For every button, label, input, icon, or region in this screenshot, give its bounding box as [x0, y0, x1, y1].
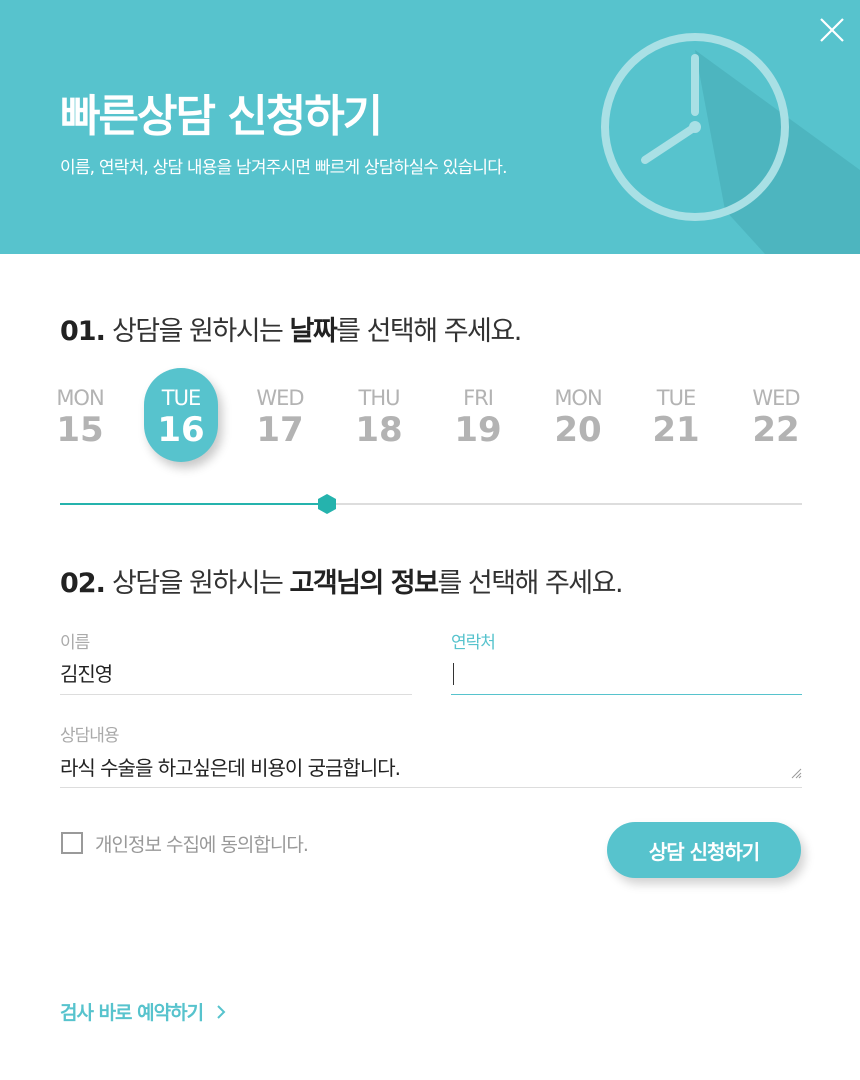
clock-icon: [601, 33, 860, 254]
date-number: 18: [355, 410, 403, 450]
step1-suffix: 를 선택해 주세요.: [336, 316, 522, 347]
phone-label: 연락처: [451, 633, 496, 653]
agree-checkbox[interactable]: [61, 832, 83, 854]
step1-highlight: 날짜: [289, 316, 337, 347]
chevron-right-icon: [217, 1004, 226, 1019]
name-field[interactable]: [60, 658, 412, 695]
weekday-label: MON: [56, 386, 104, 410]
step2-suffix: 를 선택해 주세요.: [437, 568, 623, 599]
date-number: 20: [554, 410, 602, 450]
step1-prefix: 상담을 원하시는: [111, 316, 290, 347]
date-number: 16: [157, 410, 205, 450]
agree-label[interactable]: 개인정보 수집에 동의합니다.: [95, 830, 309, 857]
reserve-exam-label: 검사 바로 예약하기: [60, 1002, 204, 1024]
date-option[interactable]: TUE 21: [639, 368, 713, 462]
date-number: 19: [454, 410, 502, 450]
date-option[interactable]: MON 20: [541, 368, 615, 462]
close-icon[interactable]: [814, 12, 850, 48]
weekday-label: TUE: [161, 386, 201, 410]
date-number: 15: [56, 410, 104, 450]
step1-title: 01. 상담을 원하시는 날짜를 선택해 주세요.: [60, 309, 522, 348]
resize-handle-icon[interactable]: [790, 767, 802, 779]
submit-button[interactable]: 상담 신청하기: [607, 822, 801, 878]
date-option[interactable]: THU 18: [342, 368, 416, 462]
date-option[interactable]: WED 17: [243, 368, 317, 462]
page-title: 빠른상담 신청하기: [60, 91, 383, 142]
date-number: 21: [652, 410, 700, 450]
weekday-label: TUE: [656, 386, 696, 410]
step1-number: 01.: [60, 316, 106, 347]
weekday-label: WED: [752, 386, 800, 410]
step2-highlight: 고객님의 정보: [289, 568, 438, 599]
step2-title: 02. 상담을 원하시는 고객님의 정보를 선택해 주세요.: [60, 561, 624, 600]
page-subtitle: 이름, 연락처, 상담 내용을 남겨주시면 빠르게 상담하실수 있습니다.: [60, 158, 508, 178]
slider-handle[interactable]: [318, 494, 336, 514]
date-option[interactable]: WED 22: [739, 368, 813, 462]
header-banner: 빠른상담 신청하기 이름, 연락처, 상담 내용을 남겨주시면 빠르게 상담하실…: [0, 0, 860, 254]
weekday-label: MON: [554, 386, 602, 410]
date-number: 17: [256, 410, 304, 450]
reserve-exam-link[interactable]: 검사 바로 예약하기: [60, 998, 227, 1025]
name-label: 이름: [60, 633, 90, 653]
text-cursor: [453, 663, 454, 685]
date-number: 22: [752, 410, 800, 450]
date-option[interactable]: FRI 19: [441, 368, 515, 462]
weekday-label: FRI: [463, 386, 494, 410]
phone-field[interactable]: [451, 658, 802, 695]
date-option-selected[interactable]: TUE 16: [144, 368, 218, 462]
step2-prefix: 상담을 원하시는: [111, 568, 290, 599]
weekday-label: THU: [358, 386, 401, 410]
weekday-label: WED: [256, 386, 304, 410]
content-label: 상담내용: [60, 726, 120, 746]
date-option[interactable]: MON 15: [43, 368, 117, 462]
step2-number: 02.: [60, 568, 106, 599]
content-field[interactable]: 라식 수술을 하고싶은데 비용이 궁금합니다.: [60, 752, 802, 788]
date-slider[interactable]: [60, 494, 802, 514]
